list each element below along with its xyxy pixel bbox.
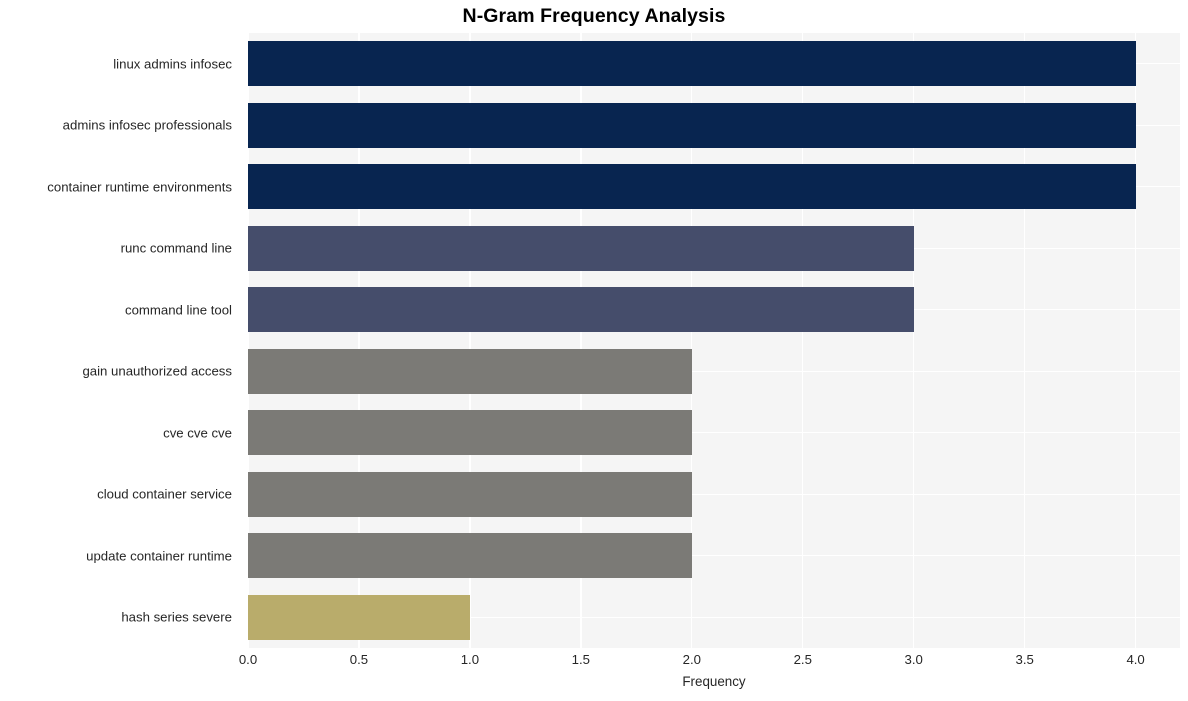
x-axis-tick-label: 1.5 bbox=[571, 652, 591, 667]
y-axis-tick-labels: linux admins infosec admins infosec profe… bbox=[0, 33, 240, 648]
x-axis-tick-label: 4.0 bbox=[1126, 652, 1145, 667]
x-axis-tick-label: 2.5 bbox=[793, 652, 812, 667]
x-axis-tick-label: 1.0 bbox=[460, 652, 480, 667]
y-axis-tick-label: cve cve cve bbox=[163, 425, 232, 441]
y-axis-tick-label: update container runtime bbox=[86, 548, 232, 564]
chart-title: N-Gram Frequency Analysis bbox=[462, 5, 726, 27]
x-axis-tick-label: 0.5 bbox=[349, 652, 369, 667]
bars-layer bbox=[248, 33, 1180, 648]
x-axis-tick-labels: 0.0 0.5 1.0 1.5 2.0 2.5 3.0 3.5 4.0 bbox=[0, 652, 1188, 676]
x-axis-tick-label: 3.5 bbox=[1015, 652, 1034, 667]
bar bbox=[248, 533, 692, 579]
bar bbox=[248, 594, 470, 640]
x-axis-tick-label: 0.0 bbox=[238, 652, 258, 667]
y-axis-tick-label: command line tool bbox=[124, 302, 232, 318]
bar bbox=[248, 164, 1136, 210]
plot-area bbox=[247, 33, 1180, 648]
chart-figure: N-Gram Frequency Analysis linux admins i… bbox=[0, 0, 1188, 701]
y-axis-tick-label: cloud container service bbox=[97, 486, 232, 502]
y-axis-tick-label: gain unauthorized access bbox=[82, 363, 232, 379]
y-axis-tick-label: hash series severe bbox=[121, 609, 232, 625]
bar bbox=[248, 471, 692, 517]
bar bbox=[248, 348, 692, 394]
bar bbox=[248, 410, 692, 456]
y-axis-tick-label: container runtime environments bbox=[47, 179, 232, 195]
bar bbox=[248, 41, 1136, 87]
y-axis-tick-label: linux admins infosec bbox=[113, 56, 232, 72]
y-axis-tick-label: runc command line bbox=[120, 240, 232, 256]
x-axis-title: Frequency bbox=[682, 674, 746, 689]
y-axis-tick-label: admins infosec professionals bbox=[62, 117, 232, 133]
bar bbox=[248, 102, 1136, 148]
bar bbox=[248, 225, 914, 271]
x-axis-tick-label: 2.0 bbox=[682, 652, 701, 667]
x-axis-tick-label: 3.0 bbox=[904, 652, 923, 667]
bar bbox=[248, 287, 914, 333]
